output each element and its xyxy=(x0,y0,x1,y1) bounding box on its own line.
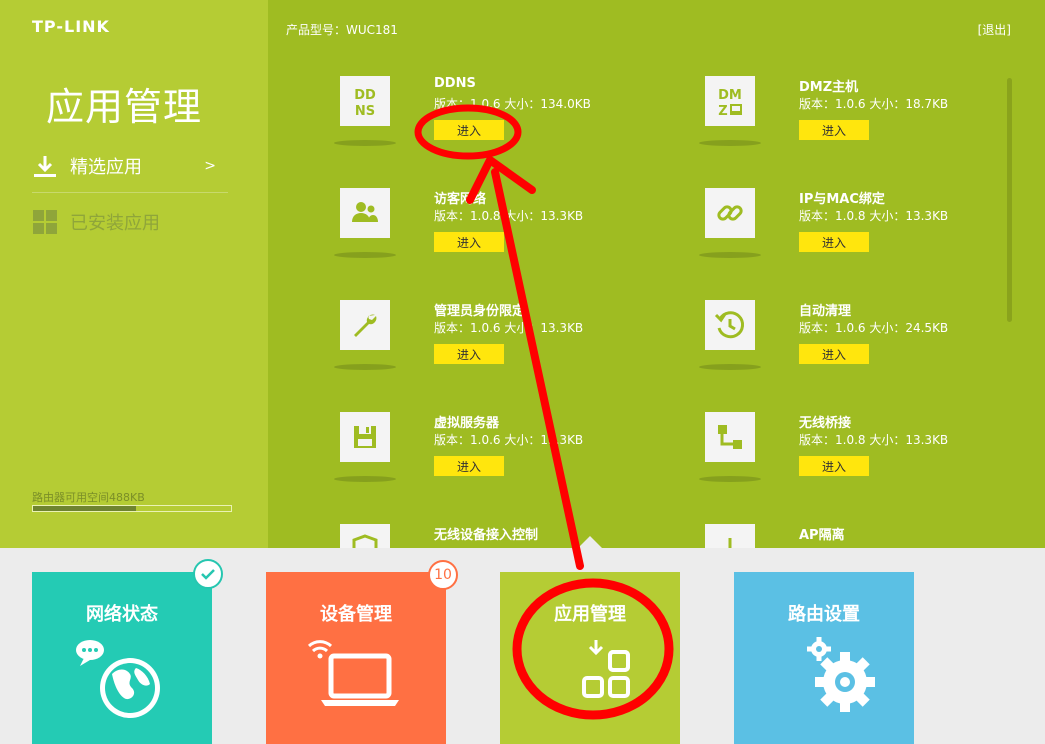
svg-text:Z: Z xyxy=(718,104,727,118)
dmz-icon: DM Z xyxy=(705,76,755,126)
app-item-admin-restrict: 管理员身份限定 版本：1.0.6 大小：13.3KB 进入 xyxy=(334,300,640,390)
grid-icon xyxy=(32,209,58,235)
scrollbar[interactable] xyxy=(1007,78,1012,322)
app-name: DMZ主机 xyxy=(799,80,859,95)
logout-link[interactable]: [退出] xyxy=(978,21,1011,38)
sidebar-divider xyxy=(32,192,228,193)
app-version: 版本：1.0.6 大小：24.5KB xyxy=(799,321,949,335)
enter-button[interactable]: 进入 xyxy=(799,232,869,252)
sidebar-item-label: 精选应用 xyxy=(70,157,142,178)
app-name: 虚拟服务器 xyxy=(434,416,500,431)
app-version: 版本：1.0.6 大小：134.0KB xyxy=(434,97,591,111)
app-name: IP与MAC绑定 xyxy=(799,192,885,207)
tile-label: 网络状态 xyxy=(86,604,158,625)
icon-shadow xyxy=(699,252,761,258)
tp-link-logo: TP-LINK xyxy=(32,17,110,36)
guest-icon xyxy=(340,188,390,238)
icon-shadow xyxy=(334,252,396,258)
app-item-guest-network: 访客网络 版本：1.0.8 大小：13.3KB 进入 xyxy=(334,188,640,278)
enter-button[interactable]: 进入 xyxy=(799,344,869,364)
product-model: 产品型号：WUC181 xyxy=(286,23,398,37)
icon-shadow xyxy=(334,140,396,146)
laptop-icon xyxy=(266,634,446,724)
app-item-ap-isolation: AP隔离 xyxy=(705,524,1005,548)
app-name: 访客网络 xyxy=(434,192,487,207)
enter-button[interactable]: 进入 xyxy=(434,344,504,364)
app-version: 版本：1.0.6 大小：18.7KB xyxy=(799,97,949,111)
save-icon xyxy=(340,412,390,462)
app-name: DDNS xyxy=(434,76,476,91)
app-name: 自动清理 xyxy=(799,304,852,319)
storage-progress-bar xyxy=(32,505,232,512)
app-list-panel: 产品型号：WUC181 [退出] DD NS DDNS 版本：1.0.6 大小：1… xyxy=(268,0,1045,548)
svg-text:DD: DD xyxy=(354,88,376,103)
notification-badge: 10 xyxy=(428,560,458,590)
enter-button[interactable]: 进入 xyxy=(434,456,504,476)
enter-button[interactable]: 进入 xyxy=(799,456,869,476)
app-version: 版本：1.0.8 大小：13.3KB xyxy=(434,209,584,223)
link-icon xyxy=(705,188,755,238)
app-version: 版本：1.0.8 大小：13.3KB xyxy=(799,209,949,223)
enter-button[interactable]: 进入 xyxy=(434,232,504,252)
enter-button[interactable]: 进入 xyxy=(434,120,504,140)
shield-icon xyxy=(340,524,390,548)
app-item-ip-mac-binding: IP与MAC绑定 版本：1.0.8 大小：13.3KB 进入 xyxy=(699,188,1005,278)
tile-app-management[interactable]: 应用管理 xyxy=(500,572,680,744)
icon-shadow xyxy=(334,476,396,482)
icon-shadow xyxy=(699,140,761,146)
icon-shadow xyxy=(699,476,761,482)
svg-text:NS: NS xyxy=(355,104,375,118)
sidebar-item-featured-apps[interactable]: 精选应用 > xyxy=(32,146,228,186)
tile-label: 应用管理 xyxy=(554,604,626,625)
app-name: 管理员身份限定 xyxy=(434,304,526,319)
icon-shadow xyxy=(699,364,761,370)
check-badge-icon xyxy=(193,559,223,589)
svg-text:DM: DM xyxy=(718,88,742,103)
app-name: AP隔离 xyxy=(799,528,845,543)
ap-icon xyxy=(705,524,755,548)
tile-label: 设备管理 xyxy=(320,604,392,625)
bridge-icon xyxy=(705,412,755,462)
sidebar-item-installed-apps[interactable]: 已安装应用 xyxy=(32,202,228,242)
tile-label: 路由设置 xyxy=(788,604,860,625)
app-item-dmz: DM Z DMZ主机 版本：1.0.6 大小：18.7KB 进入 xyxy=(699,76,1005,166)
chevron-right-icon: > xyxy=(204,158,216,174)
storage-space-label: 路由器可用空间488KB xyxy=(32,491,145,504)
tile-device-management[interactable]: 设备管理 xyxy=(266,572,446,744)
download-icon xyxy=(32,153,58,179)
globe-icon xyxy=(32,634,212,724)
app-name: 无线设备接入控制 xyxy=(434,528,539,543)
enter-button[interactable]: 进入 xyxy=(799,120,869,140)
tile-network-status[interactable]: 网络状态 xyxy=(32,572,212,744)
wrench-icon xyxy=(340,300,390,350)
tile-router-settings[interactable]: 路由设置 xyxy=(734,572,914,744)
storage-progress-fill xyxy=(33,506,136,511)
app-item-auto-clean: 自动清理 版本：1.0.6 大小：24.5KB 进入 xyxy=(699,300,1005,390)
app-version: 版本：1.0.6 大小：13.3KB xyxy=(434,433,584,447)
sidebar-title: 应用管理 xyxy=(46,85,203,129)
gears-icon xyxy=(734,634,914,724)
sidebar-item-label: 已安装应用 xyxy=(70,213,160,234)
app-item-wireless-bridge: 无线桥接 版本：1.0.8 大小：13.3KB 进入 xyxy=(699,412,1005,502)
app-name: 无线桥接 xyxy=(799,416,852,431)
app-item-virtual-server: 虚拟服务器 版本：1.0.6 大小：13.3KB 进入 xyxy=(334,412,640,502)
apps-grid-icon xyxy=(500,634,680,724)
app-version: 版本：1.0.6 大小：13.3KB xyxy=(434,321,584,335)
active-tab-pointer xyxy=(578,536,602,548)
sidebar: TP-LINK 应用管理 精选应用 > 已安装应用 路由器可用空间488KB xyxy=(0,0,268,548)
clock-refresh-icon xyxy=(705,300,755,350)
app-item-ddns: DD NS DDNS 版本：1.0.6 大小：134.0KB 进入 xyxy=(334,76,640,166)
icon-shadow xyxy=(334,364,396,370)
ddns-icon: DD NS xyxy=(340,76,390,126)
app-version: 版本：1.0.8 大小：13.3KB xyxy=(799,433,949,447)
